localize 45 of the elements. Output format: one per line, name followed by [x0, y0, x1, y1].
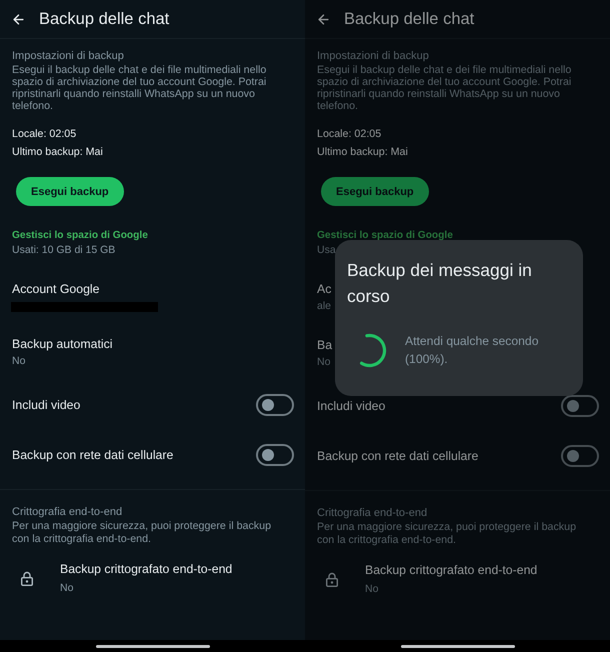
section-heading: Crittografia end-to-end [12, 506, 122, 519]
setting-title[interactable]: Ba [317, 337, 332, 353]
lock-icon [326, 572, 338, 586]
back-icon[interactable] [316, 12, 331, 26]
last-backup: Ultimo backup: Mai [317, 145, 408, 160]
toggle-switch[interactable] [561, 445, 599, 467]
section-description: Per una maggiore sicurezza, puoi proteggere il backup con la crittografia end-to-end. [12, 520, 272, 546]
setting-title[interactable]: Backup automatici [12, 336, 112, 352]
section-heading: Impostazioni di backup [317, 50, 429, 63]
storage-usage: Usati: 10 GB di 15 GB [12, 243, 116, 257]
local-time: Locale: 02:05 [12, 127, 76, 142]
setting-value: No [317, 355, 330, 369]
setting-value: No [365, 582, 378, 596]
dialog-message: Attendi qualche secondo (100%). [405, 333, 540, 368]
screen-title: Backup delle chat [39, 9, 170, 30]
setting-title[interactable]: Account Google [12, 281, 100, 297]
setting-value: No [12, 354, 26, 368]
manage-storage-link[interactable]: Gestisci lo spazio di Google [12, 229, 148, 243]
toggle-switch[interactable] [256, 444, 294, 466]
storage-usage: Usa [317, 243, 336, 257]
backup-button[interactable]: Esegui backup [16, 177, 124, 206]
back-icon[interactable] [11, 12, 26, 26]
local-time: Locale: 02:05 [317, 127, 382, 142]
setting-value: No [60, 581, 74, 595]
lock-icon [21, 570, 33, 586]
setting-title[interactable]: Backup crittografato end-to-end [60, 561, 232, 577]
dialog-title: Backup dei messaggi in corso [347, 259, 533, 308]
toggle-switch[interactable] [256, 394, 294, 416]
screen-title: Backup delle chat [344, 9, 474, 30]
home-indicator[interactable] [400, 644, 514, 648]
last-backup: Ultimo backup: Mai [12, 145, 103, 160]
setting-value: ale [317, 299, 332, 313]
section-heading: Crittografia end-to-end [317, 507, 428, 520]
setting-title: Includi video [12, 397, 80, 413]
setting-title: Backup con rete dati cellulare [12, 447, 174, 463]
setting-title: Backup con rete dati cellulare [317, 448, 478, 464]
setting-title[interactable]: Ac [317, 281, 332, 297]
section-description: Esegui il backup delle chat e dei file multimediali nello spazio di archiviazione del tuo account Google. Potrai ripristinarli quando reinstalli WhatsApp su un nuovo telefono. [317, 64, 572, 112]
toggle-switch[interactable] [561, 395, 599, 417]
setting-title[interactable]: Backup crittografato end-to-end [365, 562, 538, 578]
section-description: Per una maggiore sicurezza, puoi proteggere il backup con la crittografia end-to-end. [317, 521, 578, 547]
section-heading: Impostazioni di backup [12, 50, 124, 63]
home-indicator[interactable] [96, 644, 210, 648]
setting-title: Includi video [317, 398, 386, 414]
section-description: Esegui il backup delle chat e dei file multimediali nello spazio di archiviazione del tuo account Google. Potrai ripristinarli quando reinstalli WhatsApp su un nuovo telefono. [12, 64, 268, 112]
